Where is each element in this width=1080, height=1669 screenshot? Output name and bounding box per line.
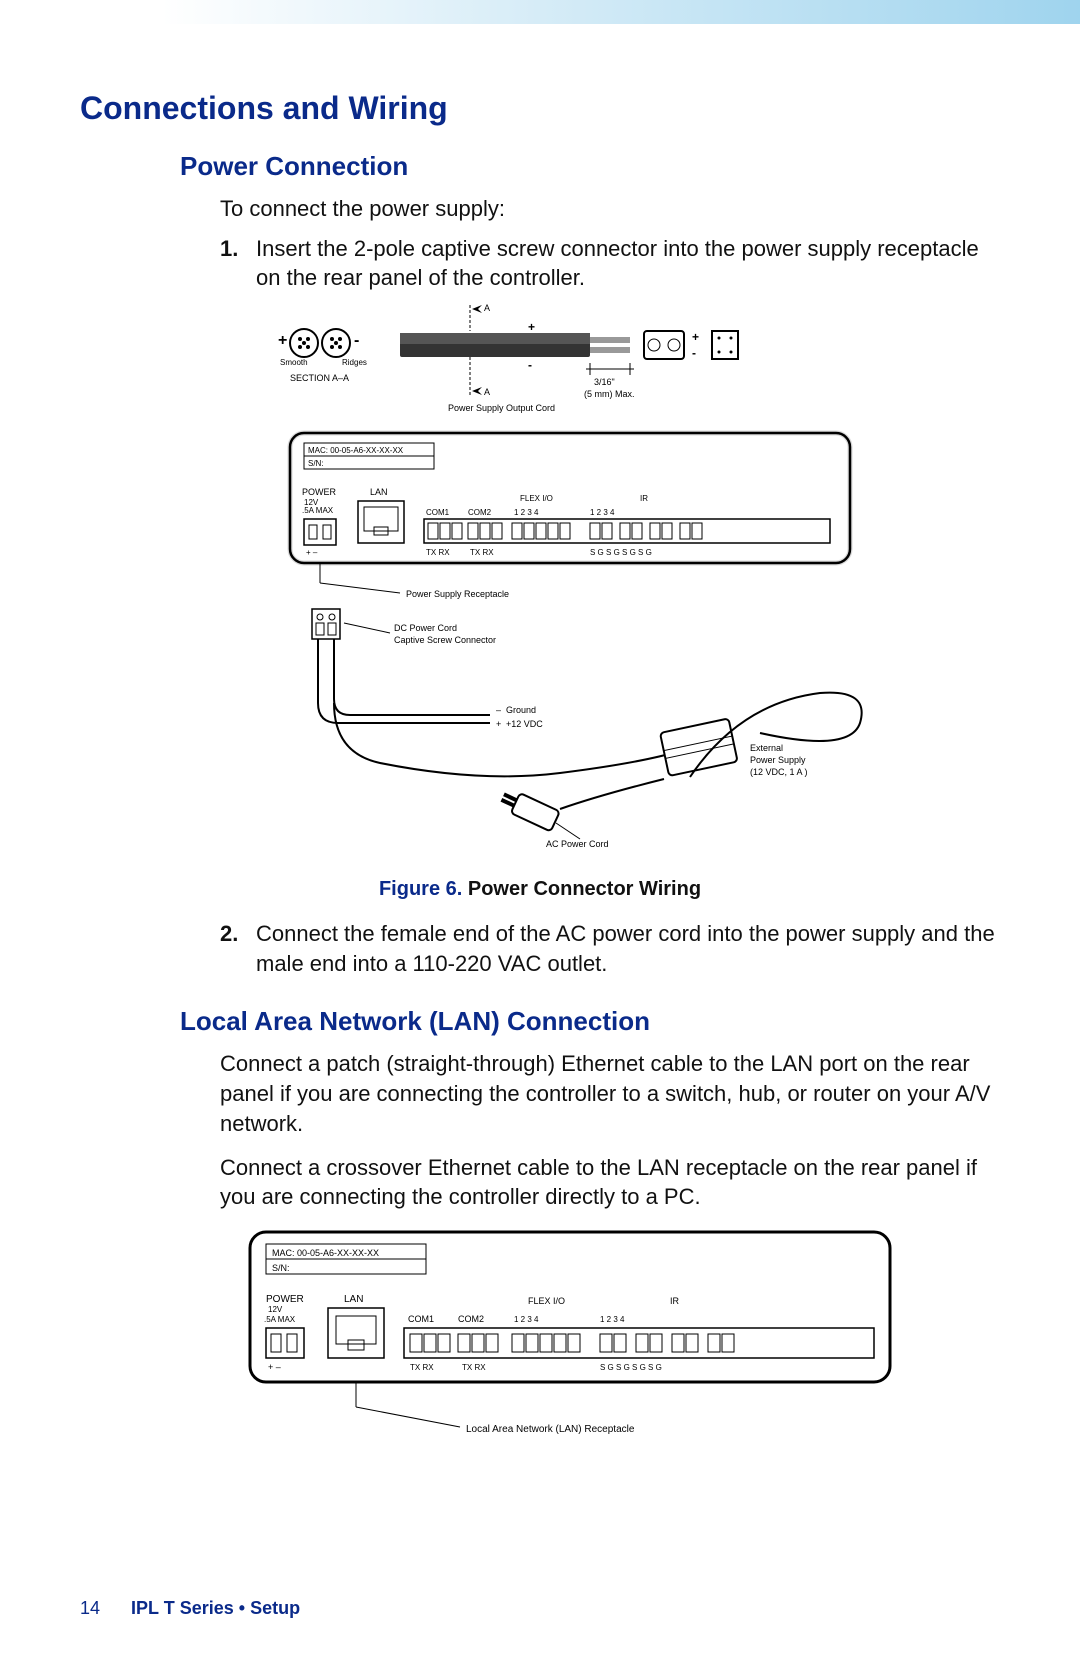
doc-reference: IPL T Series • Setup <box>131 1598 300 1618</box>
lan-p1: Connect a patch (straight-through) Ether… <box>220 1049 1000 1138</box>
svg-text:TX RX: TX RX <box>462 1363 486 1372</box>
svg-text:LAN: LAN <box>344 1294 363 1305</box>
svg-text:IR: IR <box>670 1296 680 1306</box>
svg-text:-: - <box>692 346 696 360</box>
label-txrx1: TX RX <box>426 548 450 557</box>
label-com1: COM1 <box>426 508 450 517</box>
step-1-text: Insert the 2-pole captive screw connecto… <box>256 236 979 291</box>
label-flexio: FLEX I/O <box>520 494 553 503</box>
label-dim1: 3/16" <box>594 377 615 387</box>
label-pso: Power Supply Output Cord <box>448 403 555 413</box>
step-1: 1. Insert the 2-pole captive screw conne… <box>220 234 1000 293</box>
label-dcc: DC Power Cord <box>394 623 457 633</box>
figure-6-diagram: + - Smooth Ridges SECTION A–A A A <box>260 303 900 868</box>
label-vdc12: +12 VDC <box>506 719 543 729</box>
figure-6-text: Power Connector Wiring <box>462 878 701 900</box>
label-a-top: A <box>484 303 490 313</box>
svg-text:1 2 3: 1 2 3 4 <box>600 1315 625 1324</box>
lan-connection-heading: Local Area Network (LAN) Connection <box>180 1006 1000 1037</box>
svg-text:S/N:: S/N: <box>272 1263 290 1273</box>
power-steps-continued: 2. Connect the female end of the AC powe… <box>220 919 1000 978</box>
label-csc: Captive Screw Connector <box>394 635 496 645</box>
figure-6-caption: Figure 6. Power Connector Wiring <box>80 878 1000 901</box>
svg-text:MAC: 00-05-A6-XX-XX-XX: MAC: 00-05-A6-XX-XX-XX <box>272 1248 379 1258</box>
svg-text:+: + <box>528 320 535 334</box>
step-2: 2. Connect the female end of the AC powe… <box>220 919 1000 978</box>
figure-6-label: Figure 6. <box>379 878 462 900</box>
svg-text:-: - <box>528 358 532 372</box>
label-lan: LAN <box>370 487 388 497</box>
page: Connections and Wiring Power Connection … <box>0 0 1080 1669</box>
lan-p2: Connect a crossover Ethernet cable to th… <box>220 1153 1000 1212</box>
svg-text:+: + <box>278 332 287 349</box>
power-connection-heading: Power Connection <box>180 151 1000 182</box>
label-ridges: Ridges <box>342 358 367 367</box>
svg-text:+: + <box>692 330 699 344</box>
svg-text:12V: 12V <box>268 1305 283 1314</box>
power-steps: 1. Insert the 2-pole captive screw conne… <box>220 234 1000 293</box>
svg-text:COM2: COM2 <box>458 1314 484 1324</box>
power-intro-text: To connect the power supply: <box>220 194 1000 224</box>
label-amp: .5A MAX <box>302 506 334 515</box>
label-ext3: (12 VDC, 1 A ) <box>750 767 808 777</box>
lan-diagram: MAC: 00-05-A6-XX-XX-XX S/N: POWER 12V .5… <box>240 1222 920 1477</box>
label-ir: IR <box>640 494 648 503</box>
svg-text:1 2 3 4: 1 2 3 4 <box>514 508 539 517</box>
label-mac: MAC: 00-05-A6-XX-XX-XX <box>308 446 404 455</box>
svg-text:–: – <box>496 705 501 715</box>
main-title: Connections and Wiring <box>80 90 1000 127</box>
label-a-bottom: A <box>484 387 490 397</box>
svg-text:+ –: + – <box>268 1362 281 1372</box>
svg-text:FLEX I/O: FLEX I/O <box>528 1296 565 1306</box>
label-section: SECTION A–A <box>290 373 349 383</box>
step-2-text: Connect the female end of the AC power c… <box>256 921 995 976</box>
header-gradient-bar <box>0 0 1080 24</box>
label-acpc: AC Power Cord <box>546 839 609 849</box>
page-number: 14 <box>80 1598 100 1618</box>
svg-text:S G S G S G S G: S G S G S G S G <box>600 1363 662 1372</box>
label-txrx2: TX RX <box>470 548 494 557</box>
page-footer: 14 IPL T Series • Setup <box>80 1598 300 1619</box>
svg-text:COM1: COM1 <box>408 1314 434 1324</box>
label-sg: S G S G S G S G <box>590 548 652 557</box>
label-sn: S/N: <box>308 459 324 468</box>
svg-text:.5A MAX: .5A MAX <box>264 1315 296 1324</box>
step-2-number: 2. <box>220 919 238 949</box>
label-dim2: (5 mm) Max. <box>584 389 635 399</box>
label-ext2: Power Supply <box>750 755 806 765</box>
label-ground: Ground <box>506 705 536 715</box>
step-1-number: 1. <box>220 234 238 264</box>
svg-text:POWER: POWER <box>266 1294 304 1305</box>
svg-text:1 2 3 4: 1 2 3 4 <box>590 508 615 517</box>
svg-text:1 2 3 4: 1 2 3 4 <box>514 1315 539 1324</box>
svg-text:TX RX: TX RX <box>410 1363 434 1372</box>
label-lan-receptacle: Local Area Network (LAN) Receptacle <box>466 1424 635 1435</box>
svg-text:+: + <box>496 719 501 729</box>
svg-text:+ –: + – <box>306 548 318 557</box>
label-psr: Power Supply Receptacle <box>406 589 509 599</box>
svg-text:-: - <box>354 332 359 349</box>
label-ext1: External <box>750 743 783 753</box>
label-power: POWER <box>302 487 337 497</box>
label-smooth: Smooth <box>280 358 308 367</box>
label-com2: COM2 <box>468 508 492 517</box>
